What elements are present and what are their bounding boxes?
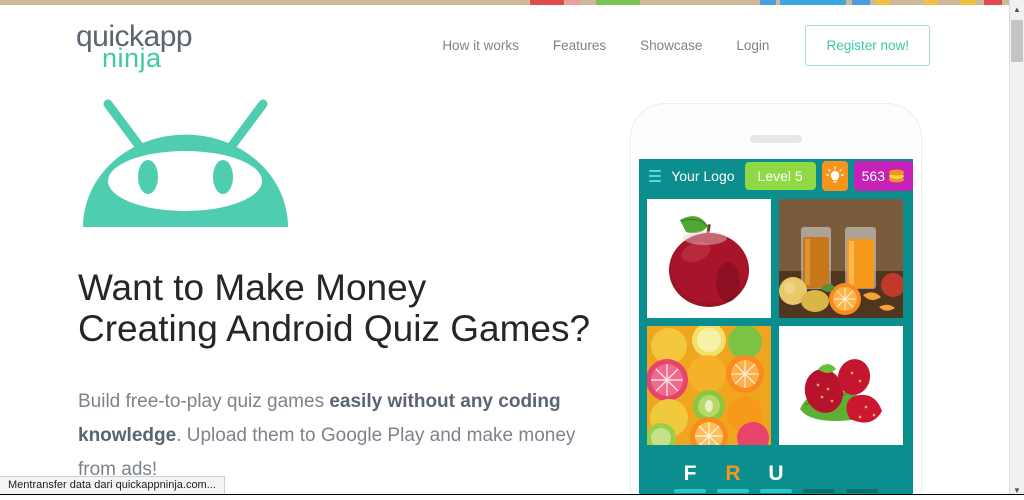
answer-underline [674,489,706,493]
scrollbar-up-arrow-icon[interactable]: ▲ [1010,2,1024,17]
chrome-color-fragment [960,0,976,5]
app-logo-label: Your Logo [671,168,735,184]
answer-letter-row: F R U [639,461,913,493]
coin-stack-icon [889,169,904,183]
hero-title-line-1: Want to Make Money [78,267,427,308]
main-navigation: How it works Features Showcase Login Reg… [425,25,930,66]
answer-underline [760,489,792,493]
hero-subtitle: Build free-to-play quiz games easily wit… [78,385,598,486]
lightbulb-icon [825,166,844,183]
hint-lightbulb-button[interactable] [821,161,848,191]
level-badge: Level 5 [744,162,816,190]
nav-link-showcase[interactable]: Showcase [623,30,719,61]
answer-letter [803,461,835,487]
browser-status-bar: Mentransfer data dari quickappninja.com.… [0,476,225,494]
nav-link-how-it-works[interactable]: How it works [425,30,536,61]
coins-count: 563 [861,168,885,184]
citrus-collage-photo[interactable] [647,326,771,445]
answer-letter: F [683,462,697,485]
chrome-color-fragment [852,0,870,5]
chrome-color-fragment [566,0,580,5]
answer-letter [846,461,878,487]
strawberries-photo[interactable] [779,326,903,445]
hero-title-line-2: Creating Android Quiz Games? [78,308,591,350]
scrollbar-thumb[interactable] [1011,20,1023,62]
chrome-color-fragment [876,0,890,5]
phone-mockup: Your Logo Level 5 563 F R U [631,104,921,494]
site-header: quickapp ninja How it works Features Sho… [0,5,1008,85]
picture-grid [647,199,905,445]
chrome-color-fragment [780,0,846,5]
hamburger-menu-icon[interactable] [649,170,662,182]
coins-badge: 563 [853,161,913,191]
register-now-button[interactable]: Register now! [805,25,930,66]
chrome-color-fragment [924,0,938,5]
phone-screen: Your Logo Level 5 563 F R U [639,159,913,494]
answer-underline [717,489,749,493]
answer-underline [846,489,878,493]
web-page: quickapp ninja How it works Features Sho… [0,5,1008,494]
answer-slot[interactable]: U [760,461,792,493]
nav-link-login[interactable]: Login [719,30,786,61]
browser-chrome-strip [0,0,1024,5]
answer-letter: R [725,462,741,485]
answer-letter: U [768,462,784,485]
answer-slot[interactable] [846,461,878,493]
window-bottom-edge [0,494,1024,500]
red-apple-photo[interactable] [647,199,771,318]
chrome-color-fragment [530,0,564,5]
chrome-color-fragment [596,0,640,5]
nav-link-features[interactable]: Features [536,30,623,61]
site-logo[interactable]: quickapp ninja [76,22,206,72]
app-top-bar: Your Logo Level 5 563 [639,159,913,193]
hero-subtitle-part-1: Build free-to-play quiz games [78,391,330,412]
answer-slot[interactable] [803,461,835,493]
answer-slot[interactable]: F [674,461,706,493]
fruit-juice-photo[interactable] [779,199,903,318]
phone-speaker-grill [750,135,802,143]
chrome-color-fragment [760,0,776,5]
answer-underline [803,489,835,493]
page-title: Want to Make Money Creating Android Quiz… [78,267,618,350]
chrome-color-fragment [984,0,1002,5]
page-scrollbar[interactable]: ▲ ▼ [1009,0,1024,500]
android-robot-head-icon [78,99,293,239]
answer-slot[interactable]: R [717,461,749,493]
